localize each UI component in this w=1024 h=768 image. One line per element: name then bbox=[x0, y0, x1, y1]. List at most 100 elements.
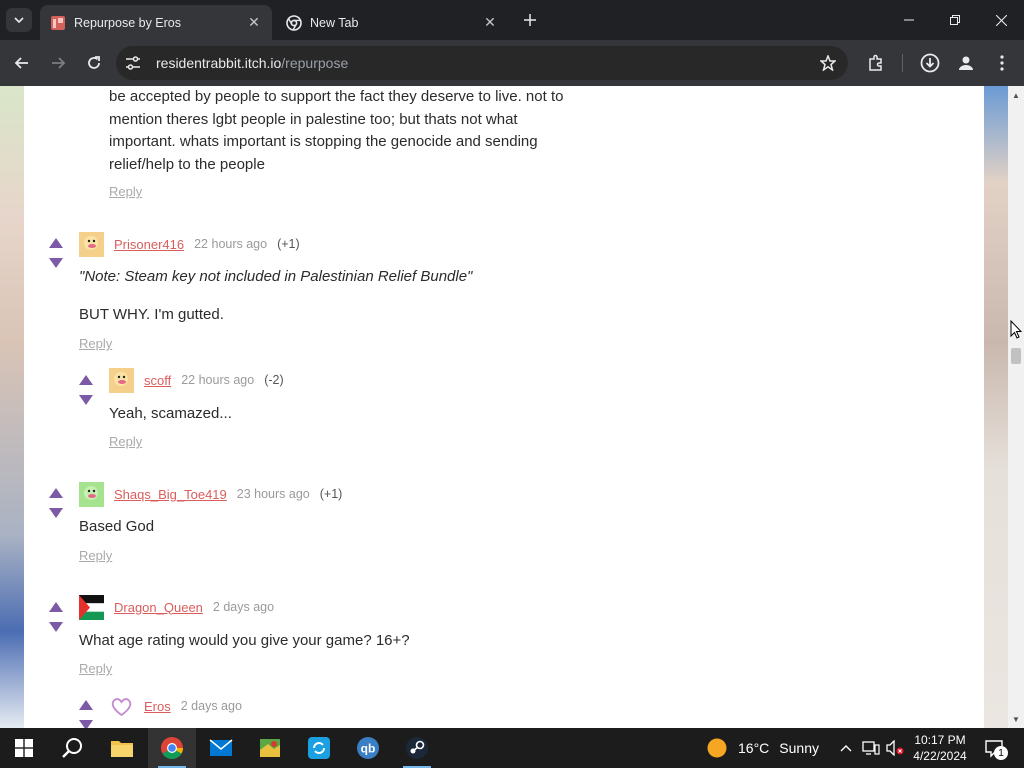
clock-time: 10:17 PM bbox=[914, 733, 966, 747]
minimize-button[interactable] bbox=[886, 0, 932, 40]
comment-text: What age rating would you give your game… bbox=[79, 632, 410, 649]
background-art-right bbox=[984, 86, 1008, 728]
profile-button[interactable] bbox=[952, 49, 980, 77]
mouse-cursor-icon bbox=[1010, 320, 1022, 339]
restore-icon bbox=[950, 15, 960, 25]
kebab-menu-icon bbox=[1000, 55, 1004, 71]
notification-center-button[interactable]: 1 bbox=[980, 734, 1008, 762]
tab-new-tab[interactable]: New Tab ✕ bbox=[276, 5, 508, 40]
upvote-icon[interactable] bbox=[78, 698, 94, 712]
comment-line: important. whats important is stopping t… bbox=[109, 133, 538, 150]
username-link[interactable]: scoff bbox=[144, 373, 171, 388]
vote-buttons bbox=[76, 698, 96, 728]
page-scrollbar[interactable]: ▲ ▼ bbox=[1008, 86, 1024, 728]
comments-section: be accepted by people to support the fac… bbox=[24, 86, 984, 728]
downvote-icon[interactable] bbox=[48, 256, 64, 270]
close-icon bbox=[995, 14, 1007, 26]
scroll-down-icon[interactable]: ▼ bbox=[1008, 712, 1024, 726]
extensions-button[interactable] bbox=[862, 49, 890, 77]
taskbar-chrome[interactable] bbox=[148, 728, 196, 768]
windows-logo-icon bbox=[15, 739, 33, 757]
comment-score: (+1) bbox=[319, 487, 343, 501]
comment-time[interactable]: 23 hours ago bbox=[237, 487, 310, 501]
taskbar-qbittorrent[interactable]: qb bbox=[344, 728, 392, 768]
url-path: /repurpose bbox=[281, 55, 349, 71]
tab-search-button[interactable] bbox=[6, 8, 32, 32]
scroll-up-icon[interactable]: ▲ bbox=[1008, 88, 1024, 102]
taskbar-maps[interactable] bbox=[246, 728, 294, 768]
comment-score: (-2) bbox=[264, 373, 284, 387]
reply-link[interactable]: Reply bbox=[79, 548, 112, 563]
forward-button[interactable] bbox=[44, 49, 72, 77]
svg-text:qb: qb bbox=[361, 742, 376, 756]
notification-count-badge: 1 bbox=[994, 746, 1008, 760]
reply-link[interactable]: Reply bbox=[79, 336, 112, 351]
minimize-icon bbox=[904, 19, 914, 21]
upvote-icon[interactable] bbox=[78, 373, 94, 387]
volume-muted-icon bbox=[886, 740, 904, 756]
search-button[interactable] bbox=[48, 728, 96, 768]
close-tab-icon[interactable]: ✕ bbox=[246, 14, 262, 31]
tray-overflow-button[interactable] bbox=[836, 728, 856, 768]
back-button[interactable] bbox=[8, 49, 36, 77]
heart-icon bbox=[109, 693, 134, 719]
restore-button[interactable] bbox=[932, 0, 978, 40]
comment-line: relief/help to the people bbox=[109, 155, 265, 173]
reply-link[interactable]: Reply bbox=[79, 661, 112, 676]
downvote-icon[interactable] bbox=[48, 506, 64, 520]
taskbar-app-teal[interactable] bbox=[295, 728, 343, 768]
background-art-left bbox=[0, 86, 24, 728]
downvote-icon[interactable] bbox=[48, 620, 64, 634]
avatar[interactable] bbox=[79, 231, 104, 257]
comment-text: BUT WHY. I'm gutted. bbox=[79, 306, 224, 323]
comment-time[interactable]: 2 days ago bbox=[213, 600, 274, 614]
downvote-icon[interactable] bbox=[78, 718, 94, 728]
bookmark-star-icon[interactable] bbox=[818, 53, 838, 73]
close-tab-icon[interactable]: ✕ bbox=[482, 14, 498, 31]
menu-button[interactable] bbox=[988, 49, 1016, 77]
network-button[interactable] bbox=[860, 728, 882, 768]
reply-link[interactable]: Reply bbox=[109, 184, 142, 199]
site-info-icon[interactable] bbox=[116, 46, 150, 80]
steam-icon bbox=[406, 737, 428, 759]
start-button[interactable] bbox=[0, 728, 48, 768]
new-tab-button[interactable] bbox=[518, 9, 542, 31]
weather-temp: 16°C bbox=[738, 740, 770, 756]
reload-button[interactable] bbox=[80, 49, 108, 77]
chevron-up-icon bbox=[840, 745, 852, 752]
taskbar-file-explorer[interactable] bbox=[98, 728, 146, 768]
avatar[interactable] bbox=[109, 693, 134, 719]
comment-time[interactable]: 2 days ago bbox=[181, 699, 242, 713]
username-link[interactable]: Prisoner416 bbox=[114, 237, 184, 252]
comment-time[interactable]: 22 hours ago bbox=[194, 237, 267, 251]
taskbar-mail[interactable] bbox=[197, 728, 245, 768]
close-window-button[interactable] bbox=[978, 0, 1024, 40]
avatar[interactable] bbox=[79, 481, 104, 507]
username-link[interactable]: Shaqs_Big_Toe419 bbox=[114, 487, 227, 502]
upvote-icon[interactable] bbox=[48, 236, 64, 250]
downvote-icon[interactable] bbox=[78, 393, 94, 407]
comment-time[interactable]: 22 hours ago bbox=[181, 373, 254, 387]
upvote-icon[interactable] bbox=[48, 486, 64, 500]
url-host: residentrabbit.itch.io bbox=[156, 55, 282, 71]
scrollbar-thumb[interactable] bbox=[1011, 348, 1021, 364]
weather-widget[interactable]: 16°C Sunny bbox=[706, 728, 819, 768]
username-link[interactable]: Dragon_Queen bbox=[114, 600, 203, 615]
downloads-button[interactable] bbox=[916, 49, 944, 77]
folder-icon bbox=[111, 741, 133, 757]
volume-button[interactable] bbox=[884, 728, 906, 768]
upvote-icon[interactable] bbox=[48, 600, 64, 614]
taskbar-steam[interactable] bbox=[393, 728, 441, 768]
tab-repurpose[interactable]: Repurpose by Eros ✕ bbox=[40, 5, 272, 40]
reload-icon bbox=[88, 56, 100, 69]
taskbar-clock[interactable]: 10:17 PM 4/22/2024 bbox=[906, 732, 974, 764]
vote-buttons bbox=[46, 600, 66, 634]
reply-link[interactable]: Reply bbox=[109, 434, 142, 449]
avatar[interactable] bbox=[109, 367, 134, 393]
address-bar[interactable]: residentrabbit.itch.io/repurpose bbox=[116, 46, 848, 80]
avatar[interactable] bbox=[79, 594, 104, 620]
username-link[interactable]: Eros bbox=[144, 699, 171, 714]
comment-header: scoff 22 hours ago (-2) bbox=[109, 367, 284, 393]
comment-line: be accepted by people to support the fac… bbox=[109, 88, 564, 105]
vote-buttons bbox=[76, 373, 96, 407]
